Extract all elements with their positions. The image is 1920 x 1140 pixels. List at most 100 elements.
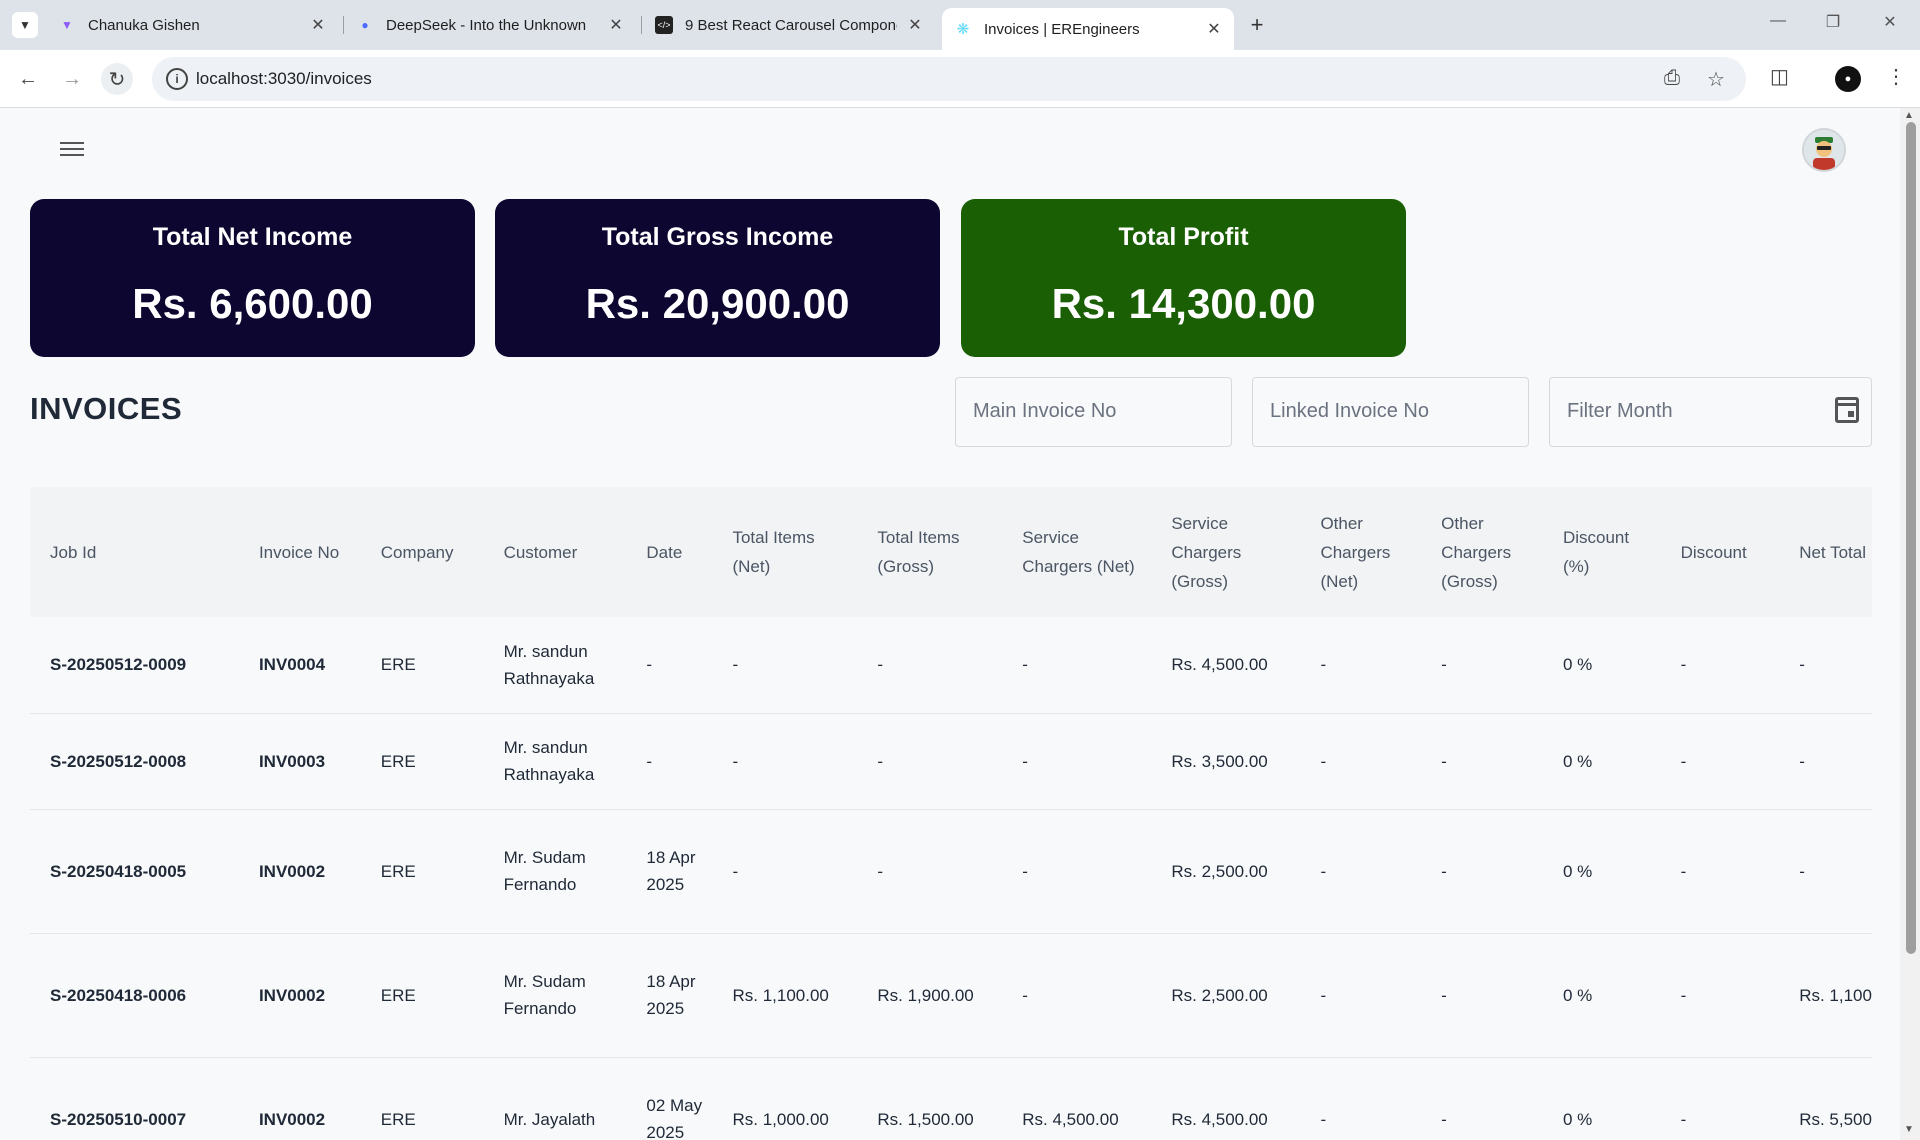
table-cell: INV0002 — [238, 933, 361, 1058]
minimize-icon[interactable]: — — [1763, 12, 1793, 30]
restore-icon[interactable]: ❐ — [1818, 12, 1848, 32]
site-info-icon[interactable]: i — [166, 68, 188, 90]
extensions-icon[interactable]: ◫ — [1770, 64, 1789, 89]
table-cell: - — [626, 617, 713, 714]
table-row[interactable]: S-20250512-0009 INV0004 ERE Mr. sandun Rath… — [30, 617, 1872, 714]
filter-month-placeholder: Filter Month — [1567, 400, 1673, 422]
table-cell: 0 % — [1542, 617, 1661, 714]
deepseek-icon: ● — [361, 18, 369, 32]
close-tab-icon[interactable]: ✕ — [905, 15, 925, 35]
table-cell: - — [857, 809, 1003, 934]
card-title: Total Profit — [1118, 223, 1249, 251]
card-title: Total Net Income — [152, 223, 353, 251]
address-bar[interactable]: i localhost:3030/invoices ⎙ ☆ — [152, 57, 1746, 101]
close-tab-icon[interactable]: ✕ — [308, 15, 328, 35]
browser-tab-4-active[interactable]: ❋ Invoices | EREngineers ✕ — [942, 8, 1234, 50]
calendar-icon[interactable] — [1835, 397, 1859, 423]
table-header-row: Job Id Invoice No Company Customer Date Total… — [30, 487, 1872, 617]
table-cell: - — [1660, 933, 1780, 1058]
reload-icon[interactable]: ↻ — [101, 63, 133, 95]
table-cell: Rs. 5,500.00 — [1779, 1057, 1872, 1140]
browser-tab-2[interactable]: ● DeepSeek - Into the Unknown ✕ — [356, 8, 626, 42]
column-header: Total Items (Gross) — [857, 487, 1003, 617]
table-cell: - — [712, 617, 858, 714]
new-tab-icon[interactable]: + — [1244, 12, 1270, 38]
code-icon: </> — [655, 16, 673, 34]
install-app-icon[interactable]: ⎙ — [1664, 67, 1680, 90]
table-cell: Rs. 2,500.00 — [1151, 809, 1301, 934]
table-cell: S-20250418-0006 — [30, 933, 239, 1058]
table-row[interactable]: S-20250510-0007 INV0002 ERE Mr. Jayalath 02 … — [30, 1057, 1872, 1140]
address-url[interactable]: localhost:3030/invoices — [196, 69, 372, 89]
back-icon[interactable]: ← — [12, 63, 44, 95]
close-tab-icon[interactable]: ✕ — [1204, 19, 1224, 39]
table-cell: S-20250512-0008 — [30, 713, 239, 810]
table-cell: Mr. sandun Rathnayaka — [483, 713, 627, 810]
close-window-icon[interactable]: ✕ — [1875, 12, 1905, 32]
menu-kebab-icon[interactable]: ⋮ — [1886, 64, 1906, 89]
browser-profile-avatar[interactable]: ● — [1835, 66, 1861, 92]
tab-divider — [343, 16, 344, 34]
table-row[interactable]: S-20250418-0006 INV0002 ERE Mr. Sudam Ferna… — [30, 933, 1872, 1058]
browser-tab-bar: ▼ ▼ Chanuka Gishen ✕ ● DeepSeek - Into t… — [0, 0, 1920, 50]
table-cell: Rs. 3,500.00 — [1151, 713, 1301, 810]
scrollbar-thumb[interactable] — [1906, 122, 1916, 954]
hamburger-menu-icon[interactable] — [60, 138, 84, 160]
column-header: Company — [360, 487, 484, 617]
table-cell: - — [712, 713, 858, 810]
table-cell: - — [1300, 1057, 1422, 1140]
forward-icon[interactable]: → — [56, 63, 88, 95]
page-content: Total Net Income Rs. 6,600.00 Total Gros… — [0, 108, 1900, 1140]
total-profit-card: Total Profit Rs. 14,300.00 — [961, 199, 1406, 357]
table-cell: Rs. 1,100.00 — [712, 933, 858, 1058]
table-cell: ERE — [360, 1057, 484, 1140]
table-cell: - — [626, 713, 713, 810]
table-cell: - — [1660, 1057, 1780, 1140]
table-cell: 0 % — [1542, 713, 1661, 810]
table-row[interactable]: S-20250418-0005 INV0002 ERE Mr. Sudam Ferna… — [30, 809, 1872, 934]
column-header: Other Chargers (Net) — [1300, 487, 1422, 617]
table-cell: 18 Apr 2025 — [626, 809, 713, 934]
table-cell: - — [1002, 933, 1152, 1058]
browser-tab-1[interactable]: ▼ Chanuka Gishen ✕ — [58, 8, 328, 42]
user-avatar[interactable] — [1802, 128, 1846, 172]
tab-title: Chanuka Gishen — [88, 16, 200, 34]
main-invoice-no-input[interactable]: Main Invoice No — [955, 377, 1232, 447]
table-cell: Rs. 2,500.00 — [1151, 933, 1301, 1058]
scroll-up-icon[interactable]: ▲ — [1904, 110, 1914, 121]
table-cell: - — [1300, 713, 1422, 810]
table-cell: Mr. Jayalath — [483, 1057, 627, 1140]
table-cell: - — [1779, 809, 1872, 934]
table-cell: Rs. 1,900.00 — [857, 933, 1003, 1058]
table-cell: - — [1002, 713, 1152, 810]
table-row[interactable]: S-20250512-0008 INV0003 ERE Mr. sandun Rath… — [30, 713, 1872, 810]
table-cell: - — [1421, 933, 1543, 1058]
page-scrollbar[interactable]: ▲ ▼ — [1900, 108, 1920, 1140]
table-cell: - — [1300, 933, 1422, 1058]
table-cell: - — [712, 809, 858, 934]
table-cell: Mr. Sudam Fernando — [483, 933, 627, 1058]
table-cell: INV0003 — [238, 713, 361, 810]
bookmark-star-icon[interactable]: ☆ — [1707, 67, 1725, 92]
table-cell: 0 % — [1542, 933, 1661, 1058]
column-header: Job Id — [30, 487, 239, 617]
table-cell: - — [1002, 809, 1152, 934]
linked-invoice-placeholder: Linked Invoice No — [1270, 400, 1429, 422]
table-cell: - — [1660, 617, 1780, 714]
table-cell: ERE — [360, 617, 484, 714]
close-tab-icon[interactable]: ✕ — [606, 15, 626, 35]
filter-month-input[interactable]: Filter Month — [1549, 377, 1872, 447]
table-cell: Rs. 4,500.00 — [1002, 1057, 1152, 1140]
browser-toolbar: ← → ↻ i localhost:3030/invoices ⎙ ☆ ◫ ⋮ — [0, 50, 1920, 108]
scroll-down-icon[interactable]: ▼ — [1904, 1124, 1914, 1135]
browser-tab-3[interactable]: </> 9 Best React Carousel Components ✕ — [655, 8, 925, 42]
card-value: Rs. 6,600.00 — [132, 280, 373, 327]
column-header: Total Items (Net) — [712, 487, 858, 617]
tab-title: 9 Best React Carousel Components — [685, 16, 897, 34]
linked-invoice-no-input[interactable]: Linked Invoice No — [1252, 377, 1529, 447]
table-cell: Rs. 4,500.00 — [1151, 1057, 1301, 1140]
tab-search-chevron-icon[interactable]: ▼ — [12, 12, 38, 38]
table-cell: S-20250510-0007 — [30, 1057, 239, 1140]
column-header: Discount (%) — [1542, 487, 1661, 617]
column-header: Date — [626, 487, 713, 617]
